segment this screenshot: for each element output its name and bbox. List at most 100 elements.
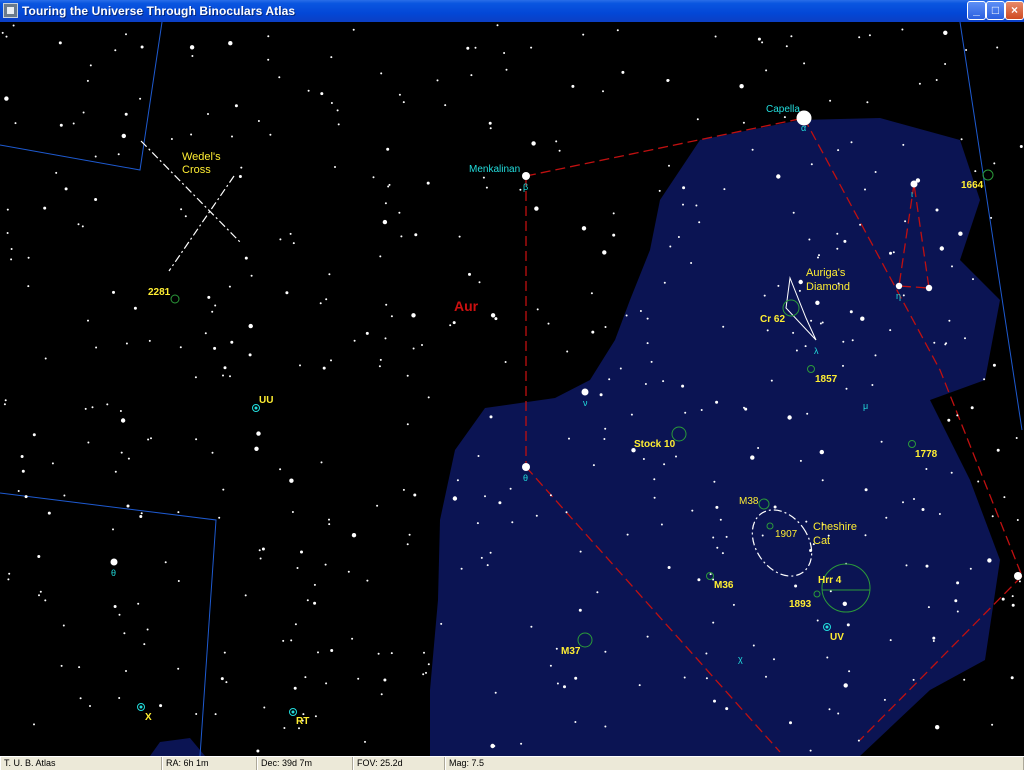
background-star (139, 515, 143, 518)
background-star (390, 652, 393, 655)
background-star (380, 693, 383, 696)
object-label-m37[interactable]: M37 (561, 646, 581, 657)
minimize-button[interactable]: _ (967, 1, 986, 20)
status-bar: T. U. B. Atlas RA: 6h 1m Dec: 39d 7m FOV… (0, 756, 1024, 770)
background-star (425, 671, 427, 674)
object-label-1907[interactable]: 1907 (775, 529, 798, 540)
background-star (207, 295, 211, 299)
background-star (384, 337, 387, 340)
background-star (696, 118, 699, 121)
object-label-1893[interactable]: 1893 (789, 599, 812, 610)
background-star (1001, 597, 1005, 601)
background-star (189, 45, 195, 50)
background-star (12, 24, 15, 27)
greek-label-eta: η (896, 291, 901, 301)
background-star (612, 212, 615, 215)
background-star (213, 346, 217, 350)
background-star (127, 457, 130, 460)
greek-label-beta: β (523, 182, 528, 192)
object-label-cr62[interactable]: Cr 62 (760, 314, 785, 325)
background-star (819, 322, 822, 325)
background-star (604, 650, 607, 653)
object-label-1778[interactable]: 1778 (915, 449, 938, 460)
background-star (125, 670, 127, 672)
background-star (761, 534, 764, 537)
background-star (468, 272, 471, 276)
object-label-hrr4[interactable]: Hrr 4 (818, 575, 842, 586)
background-star (177, 667, 180, 670)
background-star (960, 138, 963, 141)
background-star (120, 418, 126, 423)
background-star (489, 415, 493, 419)
background-star (20, 455, 24, 458)
maximize-button[interactable]: □ (986, 1, 1005, 20)
background-star (619, 367, 622, 370)
object-label-uu[interactable]: UU (259, 395, 273, 406)
background-star (874, 354, 877, 357)
background-star (231, 135, 233, 138)
background-star (306, 599, 309, 602)
object-label-m36[interactable]: M36 (714, 580, 734, 591)
object-label-1664[interactable]: 1664 (961, 180, 984, 191)
status-fov: FOV: 25.2d (353, 757, 445, 770)
background-star (494, 317, 498, 321)
asterism-aurigas-diamond-line1: Auriga's (806, 267, 846, 279)
background-star (261, 547, 265, 551)
background-star (229, 375, 231, 378)
star-chart[interactable]: Aur Capella Menkalinan α β θ ν λ μ ι η χ… (0, 22, 1024, 756)
background-star (180, 208, 183, 211)
object-label-2281[interactable]: 2281 (148, 287, 171, 298)
object-label-x[interactable]: X (145, 712, 152, 723)
background-star (248, 353, 252, 357)
background-star (77, 223, 80, 226)
background-star (33, 723, 35, 726)
background-star (642, 458, 645, 460)
background-star (423, 651, 425, 654)
background-star (421, 344, 423, 346)
background-star (874, 171, 877, 173)
object-label-uv[interactable]: UV (830, 632, 844, 643)
background-star (456, 479, 459, 482)
background-star (563, 685, 566, 689)
background-star (290, 639, 293, 642)
background-star (278, 76, 281, 79)
background-star (902, 501, 904, 504)
background-star (658, 189, 661, 192)
background-star (776, 174, 781, 179)
background-star (214, 713, 217, 716)
background-star (285, 291, 289, 295)
background-star (977, 480, 980, 483)
background-star (422, 673, 425, 676)
background-star (113, 605, 117, 608)
background-star (616, 29, 619, 32)
background-star (810, 163, 813, 166)
background-star (4, 96, 9, 101)
star-chart-canvas[interactable]: Aur Capella Menkalinan α β θ ν λ μ ι η χ… (0, 22, 1024, 756)
background-star (943, 30, 948, 35)
background-star (660, 523, 663, 526)
background-star (848, 670, 851, 673)
background-star (400, 235, 403, 238)
background-star (81, 225, 84, 228)
background-star (32, 433, 36, 437)
object-label-rt[interactable]: RT (296, 716, 309, 727)
object-label-stock10[interactable]: Stock 10 (634, 439, 676, 450)
object-label-m38[interactable]: M38 (739, 496, 759, 507)
close-button[interactable]: × (1005, 1, 1024, 20)
app-icon[interactable] (3, 3, 18, 18)
background-star (719, 518, 722, 521)
background-star (320, 461, 323, 464)
background-star (8, 572, 11, 575)
background-star (892, 251, 895, 254)
object-label-1857[interactable]: 1857 (815, 374, 838, 385)
background-star (470, 74, 473, 77)
background-star (602, 90, 604, 93)
background-star (474, 46, 477, 49)
background-star (883, 698, 886, 701)
background-star (387, 185, 390, 188)
background-star (972, 278, 974, 281)
background-star (1018, 580, 1021, 583)
background-star (460, 567, 463, 570)
background-star (849, 310, 853, 314)
background-star (296, 567, 299, 569)
